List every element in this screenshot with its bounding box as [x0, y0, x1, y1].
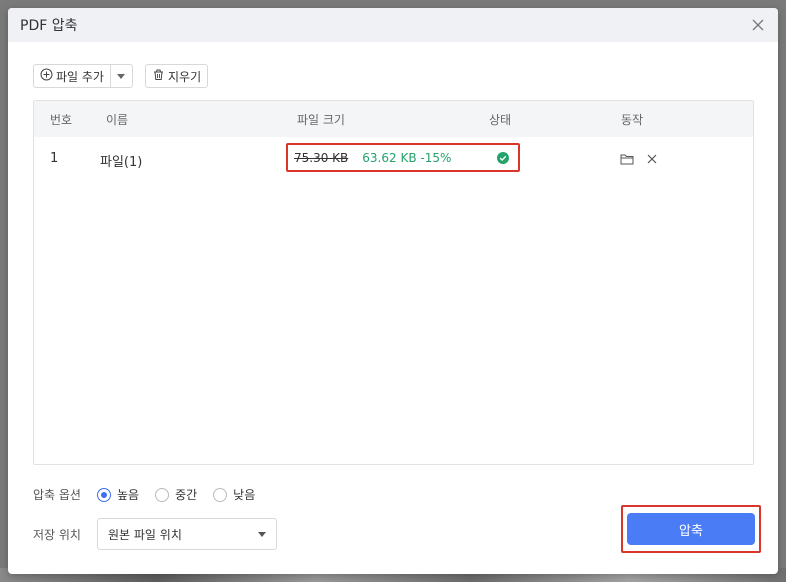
header-name: 이름	[106, 112, 129, 127]
compression-options-label: 압축 옵션	[33, 488, 81, 502]
row-file-name: 파일(1)	[100, 155, 143, 170]
save-location-row: 저장 위치 원본 파일 위치	[33, 518, 277, 550]
file-table: 번호 이름 파일 크기 상태 동작 1 파일(1) 75.30 KB 63.62…	[33, 100, 754, 465]
toolbar: 파일 추가 지우기	[33, 64, 209, 88]
add-file-label: 파일 추가	[56, 69, 104, 84]
compress-button[interactable]: 압축	[627, 513, 755, 545]
table-row[interactable]: 1 파일(1) 75.30 KB 63.62 KB -15%	[34, 137, 753, 183]
option-medium-label: 중간	[175, 488, 198, 502]
compression-options: 압축 옵션 높음 중간 낮음	[33, 486, 255, 503]
header-size: 파일 크기	[297, 112, 345, 127]
save-location-value: 원본 파일 위치	[107, 527, 182, 542]
pdf-compress-dialog: PDF 압축 파일 추가 지우기 번호 이름 파일 크기 상태 동작 1 파일(…	[8, 8, 778, 574]
compressed-size: 63.62 KB -15%	[362, 150, 452, 165]
header-status: 상태	[489, 112, 512, 127]
add-file-dropdown-button[interactable]	[109, 65, 132, 87]
add-file-split-button: 파일 추가	[33, 64, 133, 88]
check-circle-icon	[497, 152, 509, 168]
table-header: 번호 이름 파일 크기 상태 동작	[34, 101, 753, 137]
chevron-down-icon	[117, 73, 126, 79]
header-action: 동작	[621, 112, 644, 127]
title-bar: PDF 압축	[8, 8, 778, 42]
size-highlight: 75.30 KB 63.62 KB -15%	[286, 143, 520, 172]
option-high[interactable]: 높음	[96, 486, 140, 503]
row-number: 1	[50, 151, 59, 166]
save-location-select[interactable]: 원본 파일 위치	[96, 518, 277, 550]
chevron-down-icon	[257, 531, 266, 537]
plus-circle-icon	[40, 68, 53, 84]
radio-icon	[213, 487, 228, 502]
original-size: 75.30 KB	[294, 150, 349, 165]
dialog-title: PDF 압축	[20, 18, 78, 34]
option-low[interactable]: 낮음	[213, 486, 255, 503]
clear-label: 지우기	[167, 69, 202, 84]
remove-icon[interactable]	[646, 153, 658, 169]
radio-selected-icon	[96, 487, 111, 502]
compress-highlight: 압축	[621, 505, 761, 553]
add-file-button[interactable]: 파일 추가	[34, 65, 110, 87]
option-high-label: 높음	[116, 488, 140, 502]
clear-button[interactable]: 지우기	[144, 64, 209, 88]
option-low-label: 낮음	[233, 488, 256, 502]
folder-icon[interactable]	[620, 153, 634, 169]
close-icon[interactable]	[750, 17, 766, 33]
option-medium[interactable]: 중간	[155, 486, 197, 503]
save-location-label: 저장 위치	[33, 527, 81, 542]
header-number: 번호	[50, 112, 73, 127]
trash-icon	[152, 68, 165, 84]
radio-icon	[155, 487, 170, 502]
